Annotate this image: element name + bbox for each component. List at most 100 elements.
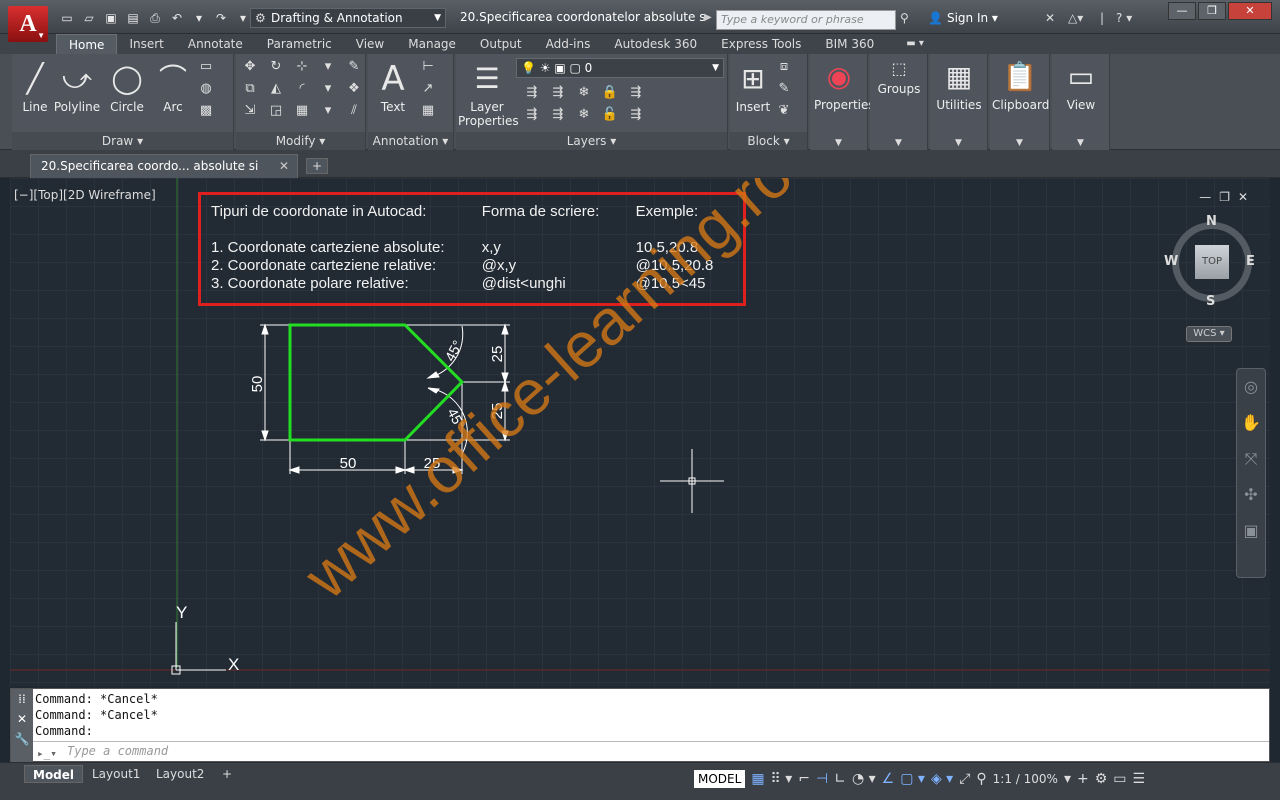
tab-autodesk-360[interactable]: Autodesk 360 [602, 34, 709, 54]
layer-off-icon[interactable]: ⇶ [522, 84, 542, 102]
showmotion-icon[interactable]: ▣ [1237, 513, 1265, 549]
tab-insert[interactable]: Insert [117, 34, 175, 54]
view-panel[interactable]: ▭ View ▼ [1052, 54, 1110, 150]
copy-icon[interactable]: ⧉ [240, 80, 260, 98]
compass-west[interactable]: W [1164, 254, 1178, 269]
layer-isolate-icon[interactable]: ⇶ [548, 84, 568, 102]
fillet-icon[interactable]: ◜ [292, 80, 312, 98]
leader-icon[interactable]: ↗ [418, 80, 438, 98]
object-snap-icon[interactable]: ▢ ▾ [900, 771, 925, 787]
close-icon[interactable]: ✕ [279, 155, 289, 177]
rectangle-icon[interactable]: ▭ [196, 58, 216, 76]
chevron-right-icon[interactable]: ▶ [704, 12, 712, 23]
clean-screen-icon[interactable]: ▭ [1113, 771, 1126, 787]
tab-manage[interactable]: Manage [396, 34, 468, 54]
layer-properties-tool[interactable]: ☰ Layer Properties [458, 58, 519, 128]
workspace-switch-icon[interactable]: ⚙ [1095, 771, 1108, 787]
edit-block-icon[interactable]: ✎ [774, 80, 794, 98]
layer-thaw-icon[interactable]: ❄ [574, 106, 594, 124]
arc-tool[interactable]: ⌒ Arc [150, 58, 196, 114]
text-tool[interactable]: A Text [370, 58, 416, 114]
region-icon[interactable]: ▩ [196, 102, 216, 120]
compass-south[interactable]: S [1206, 294, 1215, 309]
zoom-extents-icon[interactable]: ⤧ [1237, 441, 1265, 477]
utilities-tool[interactable]: ▦ Utilities [934, 56, 984, 112]
draw-panel-title[interactable]: Draw ▾ [12, 132, 233, 150]
compass-north[interactable]: N [1206, 214, 1217, 229]
3d-osnap-icon[interactable]: ◈ ▾ [931, 771, 953, 787]
help-button[interactable]: ? ▾ [1116, 11, 1132, 25]
properties-panel[interactable]: ◉ Properties ▼ [810, 54, 875, 150]
viewcube-top-face[interactable]: TOP [1195, 245, 1229, 279]
close-icon[interactable]: ✕ [11, 709, 33, 729]
erase-icon[interactable]: ✎ [344, 58, 364, 76]
mirror-icon[interactable]: ◭ [266, 80, 286, 98]
minimize-button[interactable]: — [1168, 2, 1196, 20]
undo-dropdown-icon[interactable]: ▾ [190, 10, 208, 26]
layer-match-icon[interactable]: ⇶ [626, 84, 646, 102]
fillet-dropdown-icon[interactable]: ▾ [318, 80, 338, 98]
wcs-menu-button[interactable]: WCS ▾ [1186, 326, 1232, 342]
orbit-icon[interactable]: ✣ [1237, 477, 1265, 513]
tab-annotate[interactable]: Annotate [176, 34, 255, 54]
pan-hand-icon[interactable]: ✋ [1237, 405, 1265, 441]
coordinate-shape[interactable] [288, 323, 465, 442]
add-layout-button[interactable]: + [216, 765, 238, 783]
annotation-panel-title[interactable]: Annotation ▾ [368, 132, 453, 150]
sign-in-button[interactable]: 👤 Sign In ▾ [928, 11, 998, 25]
binoculars-icon[interactable]: ⚲ [900, 11, 909, 25]
tab-output[interactable]: Output [468, 34, 534, 54]
layers-panel-title[interactable]: Layers ▾ [456, 132, 727, 150]
tab-add-ins[interactable]: Add-ins [534, 34, 603, 54]
customization-menu-icon[interactable]: ☰ [1133, 771, 1146, 787]
snap-icon[interactable]: ⠿ ▾ [771, 771, 793, 787]
steering-wheel-icon[interactable]: ◎ [1237, 369, 1265, 405]
layout-tab-layout1[interactable]: Layout1 [84, 765, 148, 783]
rotate-icon[interactable]: ↻ [266, 58, 286, 76]
wrench-icon[interactable]: 🔧 [11, 729, 33, 749]
polar-tracking-icon[interactable]: ◔ ▾ [852, 771, 876, 787]
circle-tool[interactable]: ◯ Circle [104, 58, 150, 114]
hatch-icon[interactable]: ◍ [196, 80, 216, 98]
layer-dropdown[interactable]: 💡 ☀ ▣ ▢ 0 ▼ [516, 58, 724, 78]
command-prompt-icon[interactable]: ▸_▾ [37, 744, 57, 763]
layer-walk-icon[interactable]: ⇶ [626, 106, 646, 124]
insert-block-tool[interactable]: ⊞ Insert [730, 58, 776, 114]
array-dropdown-icon[interactable]: ▾ [318, 102, 338, 120]
workspace-switcher[interactable]: ⚙ Drafting & Annotation ▼ [250, 8, 446, 28]
tab-express-tools[interactable]: Express Tools [709, 34, 813, 54]
ortho-icon[interactable]: ∟ [834, 771, 846, 787]
grip-icon[interactable]: ⁞⁞ [11, 689, 33, 709]
trim-dropdown-icon[interactable]: ▾ [318, 58, 338, 76]
polyline-tool[interactable]: ⤻ Polyline [52, 58, 102, 114]
save-as-icon[interactable]: ▤ [124, 10, 142, 26]
compass-east[interactable]: E [1246, 254, 1255, 269]
restore-button[interactable]: ❐ [1198, 2, 1226, 20]
tab-view[interactable]: View [344, 34, 396, 54]
autodesk-360-icon[interactable]: △▾ [1068, 11, 1083, 25]
groups-panel[interactable]: ⬚ Groups ▼ [870, 54, 928, 150]
annotation-scale-icon[interactable]: ⚲ [976, 771, 986, 787]
table-icon[interactable]: ▦ [418, 102, 438, 120]
scale-icon[interactable]: ◲ [266, 102, 286, 120]
tab-home[interactable]: Home [56, 34, 118, 54]
exchange-apps-icon[interactable]: ✕ [1045, 11, 1055, 25]
layer-copy-icon[interactable]: ⇶ [548, 106, 568, 124]
search-input[interactable]: Type a keyword or phrase [716, 10, 896, 30]
layer-unlock-icon[interactable]: 🔓 [600, 106, 620, 124]
print-icon[interactable]: ⎙ [146, 10, 164, 26]
scale-dropdown-icon[interactable]: ▾ [1064, 771, 1071, 787]
save-icon[interactable]: ▣ [102, 10, 120, 26]
object-snap-tracking-icon[interactable]: ∠ [882, 771, 895, 787]
grid-icon[interactable]: ▦ [751, 771, 764, 787]
clipboard-tool[interactable]: 📋 Clipboard [992, 56, 1049, 112]
ribbon-options-icon[interactable]: ▬ ▾ [886, 34, 924, 54]
new-file-icon[interactable]: ▭ [58, 10, 76, 26]
layer-freeze-icon[interactable]: ❄ [574, 84, 594, 102]
model-space-button[interactable]: MODEL [694, 770, 746, 788]
attribute-icon[interactable]: ❦ [774, 102, 794, 120]
dimension-icon[interactable]: ⊢ [418, 58, 438, 76]
block-panel-title[interactable]: Block ▾ [730, 132, 807, 150]
layer-current-icon[interactable]: ⇶ [522, 106, 542, 124]
tab-parametric[interactable]: Parametric [255, 34, 344, 54]
